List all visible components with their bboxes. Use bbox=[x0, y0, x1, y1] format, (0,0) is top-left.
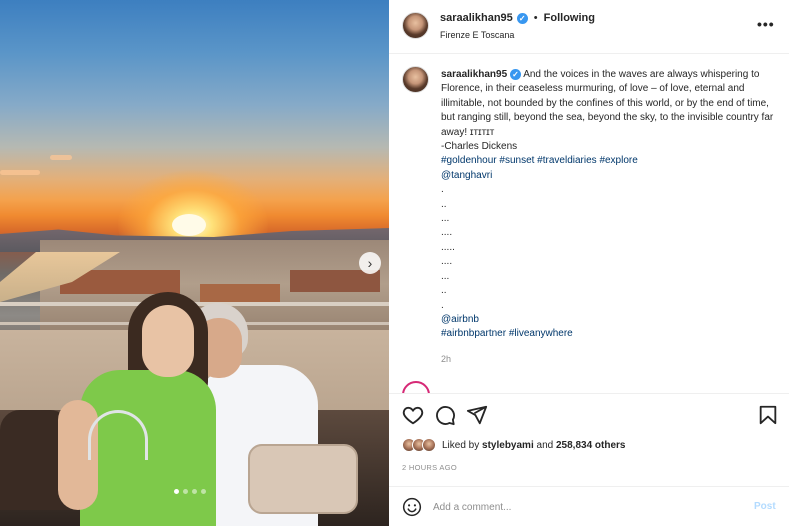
more-options-icon[interactable]: ••• bbox=[757, 16, 775, 32]
caption-hashtags-2[interactable]: #airbnbpartner #liveanywhere bbox=[441, 327, 781, 341]
caption-dot-line: . bbox=[441, 299, 444, 311]
caption-dot-line: ... bbox=[441, 213, 450, 225]
avatar[interactable] bbox=[402, 12, 429, 39]
sun bbox=[172, 214, 206, 236]
post-image[interactable]: › bbox=[0, 0, 389, 526]
caption-mention[interactable]: @tanghavri bbox=[441, 169, 781, 183]
cloud bbox=[0, 170, 40, 175]
caption-text: saraalikhan95 ✓ And the voices in the wa… bbox=[441, 68, 781, 342]
caption-mention-airbnb[interactable]: @airbnb bbox=[441, 313, 781, 327]
heart-icon[interactable] bbox=[402, 404, 424, 426]
separator: • bbox=[533, 12, 538, 24]
comment-avatar[interactable] bbox=[402, 381, 430, 393]
caption-dot-line: ... bbox=[441, 270, 450, 282]
likes-text: Liked by stylebyami and 258,834 others bbox=[442, 440, 625, 451]
handbag bbox=[248, 444, 358, 514]
likes-summary: Liked by stylebyami and 258,834 others bbox=[402, 438, 625, 452]
caption-avatar[interactable] bbox=[402, 66, 429, 93]
comment-peek bbox=[402, 381, 782, 393]
add-comment-bar: Post bbox=[389, 486, 789, 526]
post-comment-button[interactable]: Post bbox=[754, 501, 776, 512]
caption-attribution: -Charles Dickens bbox=[441, 141, 518, 153]
caption-dot-line: ..... bbox=[441, 241, 455, 253]
post-detail-panel: saraalikhan95 ✓ • Following Firenze E To… bbox=[389, 0, 789, 526]
carousel-dot bbox=[201, 489, 206, 494]
likes-middle: and bbox=[533, 439, 556, 451]
emoji-icon[interactable] bbox=[402, 497, 422, 517]
caption-dot-line: . bbox=[441, 184, 444, 196]
share-icon[interactable] bbox=[466, 404, 488, 426]
location-link[interactable]: Firenze E Toscana bbox=[440, 30, 514, 40]
liker-avatar[interactable] bbox=[422, 438, 436, 452]
cloud bbox=[50, 155, 72, 160]
caption-hashtags[interactable]: #goldenhour #sunset #traveldiaries #expl… bbox=[441, 154, 781, 168]
bookmark-icon[interactable] bbox=[757, 404, 779, 426]
carousel-dots bbox=[174, 489, 206, 494]
roof bbox=[200, 284, 280, 302]
carousel-dot bbox=[174, 489, 179, 494]
post-header: saraalikhan95 ✓ • Following Firenze E To… bbox=[389, 0, 789, 54]
likes-count[interactable]: 258,834 others bbox=[556, 440, 626, 451]
liked-by-user[interactable]: stylebyami bbox=[482, 440, 534, 451]
action-bar bbox=[389, 393, 789, 435]
header-username[interactable]: saraalikhan95 bbox=[440, 12, 513, 24]
carousel-next-button[interactable]: › bbox=[359, 252, 381, 274]
carousel-dot bbox=[183, 489, 188, 494]
post-timestamp: 2 HOURS AGO bbox=[402, 463, 457, 472]
caption-dot-line: .. bbox=[441, 285, 447, 297]
caption-username[interactable]: saraalikhan95 bbox=[441, 69, 507, 80]
comment-icon[interactable] bbox=[434, 404, 456, 426]
likes-prefix: Liked by bbox=[442, 439, 483, 451]
person-woman-face bbox=[142, 305, 194, 377]
carousel-dot bbox=[192, 489, 197, 494]
comment-input[interactable] bbox=[433, 497, 733, 517]
caption-dot-line: .. bbox=[441, 198, 447, 210]
caption-time: 2h bbox=[441, 354, 452, 364]
header-user-line: saraalikhan95 ✓ • Following bbox=[440, 12, 595, 24]
following-button[interactable]: Following bbox=[544, 12, 595, 24]
caption-dot-line: .... bbox=[441, 256, 453, 268]
verified-icon: ✓ bbox=[509, 69, 521, 80]
verified-icon: ✓ bbox=[516, 12, 528, 24]
caption-dot-line: .... bbox=[441, 227, 453, 239]
